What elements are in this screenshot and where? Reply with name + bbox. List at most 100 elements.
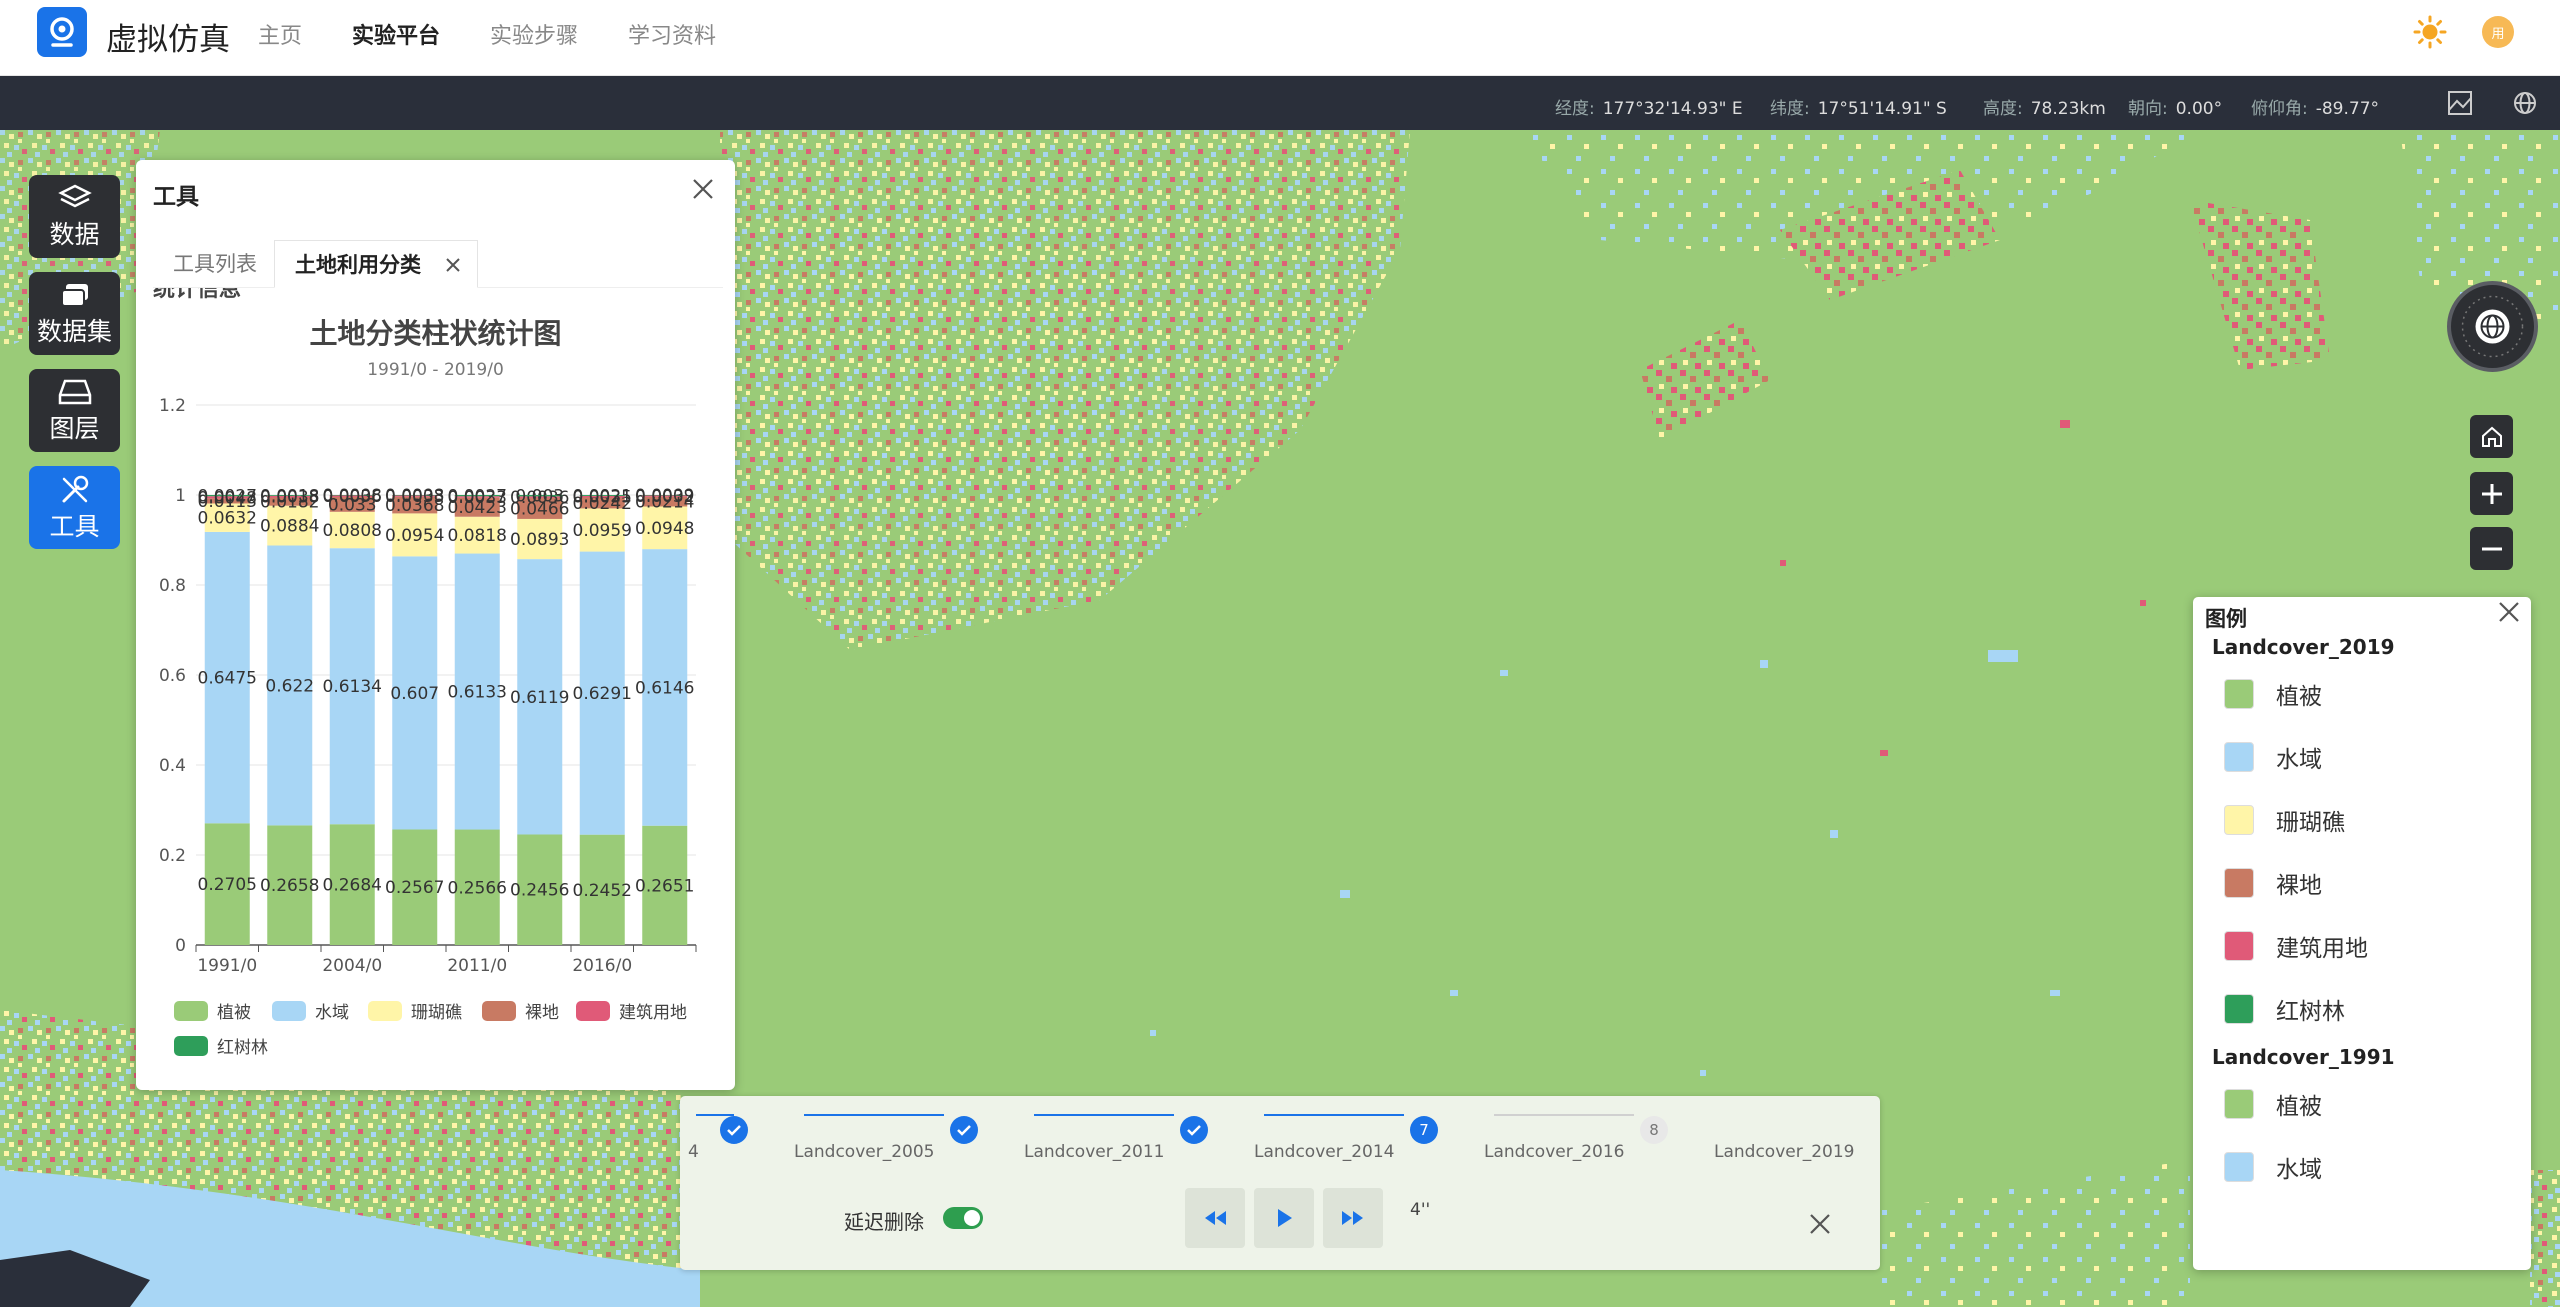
timeline-step-2[interactable] xyxy=(950,1116,978,1144)
legend-label: 珊瑚礁 xyxy=(411,1003,462,1023)
timeline-close-icon[interactable] xyxy=(1807,1211,1833,1237)
legend-label: 裸地 xyxy=(2276,873,2322,899)
playback-speed[interactable]: 4'' xyxy=(1410,1200,1430,1220)
compass-control[interactable] xyxy=(2447,281,2538,372)
rewind-button[interactable] xyxy=(1185,1188,1245,1248)
map-image-icon[interactable] xyxy=(2446,89,2474,117)
plus-icon xyxy=(2481,483,2502,504)
home-button[interactable] xyxy=(2470,415,2513,458)
tools-wrench-icon xyxy=(62,475,88,502)
chart-legend-item[interactable]: 植被 xyxy=(174,998,251,1023)
dock-dataset[interactable]: 数据集 xyxy=(29,272,120,355)
bar-value-label: 0.622 xyxy=(265,676,314,696)
pitch-readout: 俯仰角: -89.77° xyxy=(2251,99,2380,119)
legend-label: 红树林 xyxy=(217,1038,268,1058)
heading-readout: 朝向: 0.00° xyxy=(2128,99,2223,119)
legend-group-title: Landcover_1991 xyxy=(2212,1045,2395,1069)
legend-swatch xyxy=(2224,1152,2254,1182)
chart-legend-item[interactable]: 建筑用地 xyxy=(576,998,687,1023)
dock-layers-label: 图层 xyxy=(49,413,100,443)
bar-value-label: 0.2651 xyxy=(635,876,694,896)
bar-value-label: 0.2566 xyxy=(448,878,507,898)
zoom-in-button[interactable] xyxy=(2470,472,2513,515)
legend-label: 植被 xyxy=(2276,1094,2322,1120)
legend-label: 建筑用地 xyxy=(2276,936,2368,962)
legend-item: 植被 xyxy=(2224,1087,2322,1121)
user-avatar[interactable]: 用 xyxy=(2482,16,2514,48)
dock-layers[interactable]: 图层 xyxy=(29,369,120,452)
legend-swatch xyxy=(174,1035,208,1056)
timeline-step-4[interactable]: 7 xyxy=(1410,1116,1438,1144)
y-tick-label: 0.2 xyxy=(159,846,186,866)
legend-label: 裸地 xyxy=(525,1003,559,1023)
x-tick-label: 1991/0 xyxy=(197,956,257,976)
x-tick-label: 2016/0 xyxy=(572,956,632,976)
timeline-connector xyxy=(696,1114,734,1116)
delay-delete-toggle[interactable] xyxy=(943,1207,983,1229)
legend-label: 水域 xyxy=(2276,747,2322,773)
legend-swatch xyxy=(2224,1089,2254,1119)
timeline-step-label: Landcover_2019 xyxy=(1714,1142,1855,1162)
top-navbar: 虚拟仿真 主页 实验平台 实验步骤 学习资料 用 xyxy=(0,0,2560,76)
app-logo-icon[interactable] xyxy=(37,7,87,57)
theme-toggle-sun-icon[interactable] xyxy=(2413,15,2447,49)
timeline-step-label: Landcover_2016 xyxy=(1484,1142,1625,1162)
coordinate-bar: 经度: 177°32'14.93" E 纬度: 17°51'14.91" S 高度:… xyxy=(0,76,2560,130)
bar-value-label: 0.6291 xyxy=(573,684,632,704)
zoom-out-button[interactable] xyxy=(2470,527,2513,570)
fast-forward-button[interactable] xyxy=(1323,1188,1383,1248)
bar-value-label: 0.0008 xyxy=(385,486,444,506)
map-legend-panel: 图例 Landcover_2019 植被 水域 珊瑚礁 裸地 建筑用地 红树林 Landcov… xyxy=(2193,597,2531,1270)
chart-legend-item[interactable]: 水域 xyxy=(272,998,349,1023)
nav-lab-platform[interactable]: 实验平台 xyxy=(352,18,440,50)
bar-value-label: 0.6475 xyxy=(198,669,257,689)
legend-close-icon[interactable] xyxy=(2496,599,2522,625)
timeline-step-5[interactable]: 8 xyxy=(1640,1116,1668,1144)
bar-value-label: 0.0893 xyxy=(510,530,569,550)
legend-swatch xyxy=(2224,805,2254,835)
legend-swatch xyxy=(2224,679,2254,709)
bar-value-label: 0.607 xyxy=(390,684,439,704)
legend-item: 珊瑚礁 xyxy=(2224,803,2345,837)
timeline-step-3[interactable] xyxy=(1180,1116,1208,1144)
legend-swatch xyxy=(576,1000,610,1021)
chart-legend-item[interactable]: 珊瑚礁 xyxy=(368,998,462,1023)
stacked-bar-chart: 00.20.40.60.811.20.27050.64750.06320.011… xyxy=(159,396,697,976)
legend-swatch xyxy=(174,1000,208,1021)
dock-data[interactable]: 数据 xyxy=(29,175,120,258)
chart-legend-item[interactable]: 裸地 xyxy=(482,998,559,1023)
nav-learning-materials[interactable]: 学习资料 xyxy=(628,18,716,50)
legend-swatch xyxy=(368,1000,402,1021)
layer-drive-icon xyxy=(58,379,91,404)
globe-icon[interactable] xyxy=(2511,89,2539,117)
legend-label: 水域 xyxy=(315,1003,349,1023)
legend-swatch xyxy=(272,1000,306,1021)
play-button[interactable] xyxy=(1254,1188,1314,1248)
timeline-player: 4 Landcover_2005 Landcover_2011 Landcover_2… xyxy=(680,1096,1880,1270)
chart-legend-item[interactable]: 红树林 xyxy=(174,1033,268,1058)
layers-stack-icon xyxy=(57,184,92,207)
dock-tools[interactable]: 工具 xyxy=(29,466,120,549)
timeline-connector xyxy=(1264,1114,1404,1116)
bar-value-label: 0.0884 xyxy=(260,517,319,537)
bar-value-label: 0.2452 xyxy=(573,881,632,901)
legend-swatch xyxy=(2224,931,2254,961)
timeline-connector xyxy=(1034,1114,1174,1116)
nav-home[interactable]: 主页 xyxy=(258,18,302,50)
legend-item: 植被 xyxy=(2224,677,2322,711)
legend-panel-title: 图例 xyxy=(2205,607,2247,631)
legend-label: 植被 xyxy=(217,1003,251,1023)
y-tick-label: 1.2 xyxy=(159,396,186,416)
bar-value-label: 0.0009 xyxy=(635,486,694,506)
bar-value-label: 0.2456 xyxy=(510,881,569,901)
nav-lab-steps[interactable]: 实验步骤 xyxy=(490,18,578,50)
bar-value-label: 0.6134 xyxy=(323,677,382,697)
app-title: 虚拟仿真 xyxy=(106,22,230,58)
bar-value-label: 0.0948 xyxy=(635,519,694,539)
minus-icon xyxy=(2481,547,2502,550)
bar-value-label: 0.6146 xyxy=(635,678,694,698)
timeline-step-1[interactable] xyxy=(720,1116,748,1144)
legend-item: 红树林 xyxy=(2224,992,2345,1026)
latitude-readout: 纬度: 17°51'14.91" S xyxy=(1770,99,1947,119)
y-tick-label: 1 xyxy=(175,486,186,506)
